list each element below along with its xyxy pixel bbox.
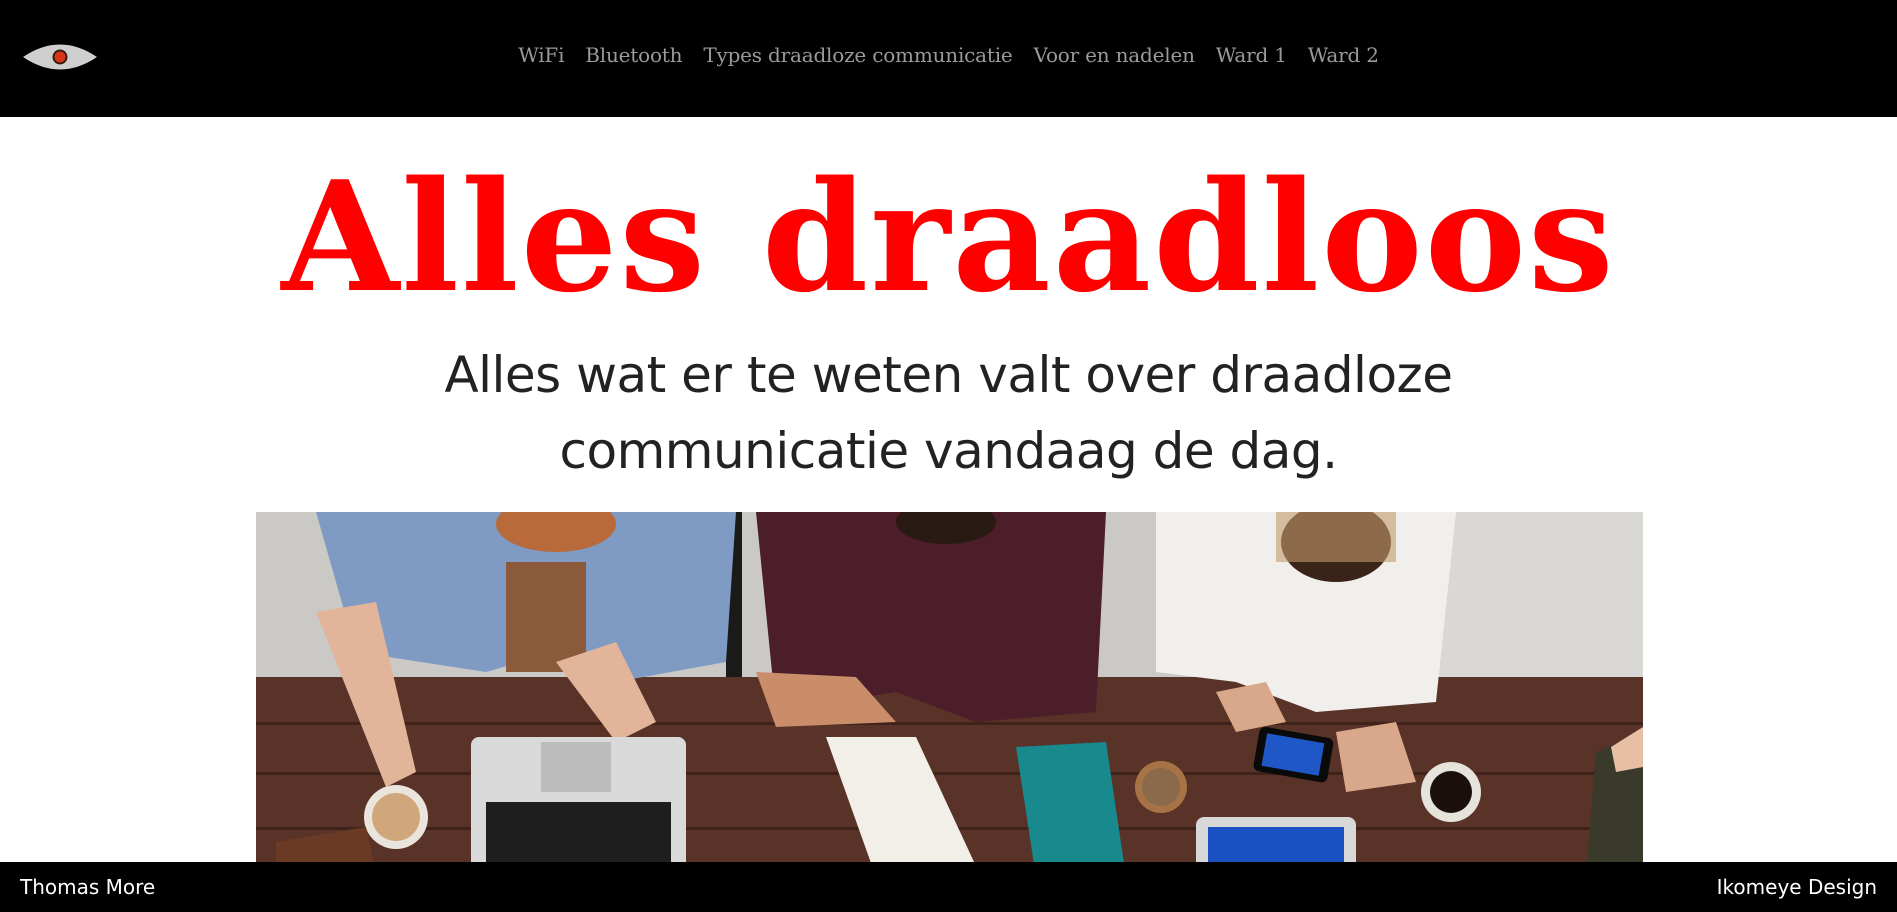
footer-right-text: Ikomeye Design — [1716, 875, 1877, 899]
nav-link-voor-en-nadelen[interactable]: Voor en nadelen — [1034, 43, 1195, 67]
footer: Thomas More Ikomeye Design — [0, 862, 1897, 912]
nav-link-ward-2[interactable]: Ward 2 — [1308, 43, 1379, 67]
footer-left-text: Thomas More — [20, 875, 156, 899]
nav-link-ward-1[interactable]: Ward 1 — [1216, 43, 1287, 67]
page-title: Alles draadloos — [281, 147, 1616, 326]
hero-image — [256, 512, 1643, 862]
main-nav: WiFi Bluetooth Types draadloze communica… — [0, 0, 1897, 110]
nav-link-bluetooth[interactable]: Bluetooth — [585, 43, 682, 67]
main-content: Alles draadloos Alles wat er te weten va… — [0, 117, 1897, 862]
nav-link-wifi[interactable]: WiFi — [518, 43, 564, 67]
page-subtitle: Alles wat er te weten valt over draadloz… — [444, 346, 1453, 480]
navbar: WiFi Bluetooth Types draadloze communica… — [0, 0, 1897, 117]
nav-link-types[interactable]: Types draadloze communicatie — [703, 43, 1012, 67]
